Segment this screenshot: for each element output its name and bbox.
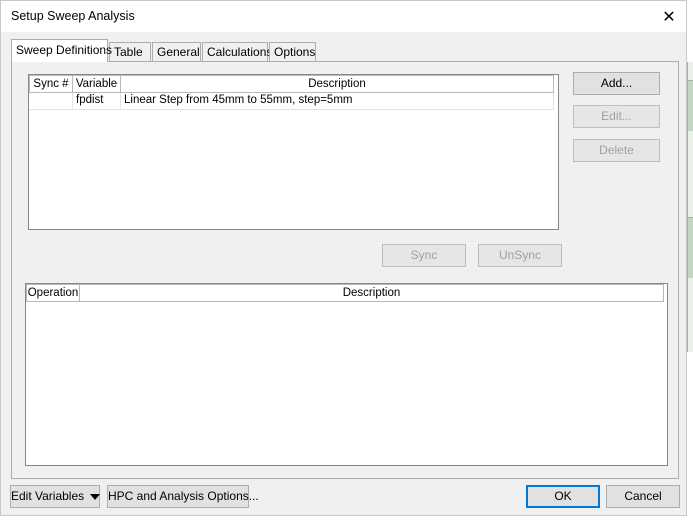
tab-options[interactable]: Options <box>269 42 316 61</box>
tab-calculations[interactable]: Calculations <box>202 42 272 61</box>
hpc-analysis-options-button[interactable]: HPC and Analysis Options... <box>107 485 259 508</box>
background-segment <box>688 217 693 278</box>
edit-variables-button[interactable]: Edit Variables <box>10 485 101 508</box>
background-window-edge <box>687 62 693 352</box>
edit-button[interactable]: Edit... <box>573 105 660 128</box>
title-bar: Setup Sweep Analysis ✕ <box>1 1 686 32</box>
cell-description: Linear Step from 45mm to 55mm, step=5mm <box>121 93 554 110</box>
close-icon[interactable]: ✕ <box>654 1 684 32</box>
column-header-sync[interactable]: Sync # <box>29 75 73 93</box>
sweep-list-header: Sync # Variable Description <box>29 75 558 93</box>
sweep-list[interactable]: Sync # Variable Description fpdist Linea… <box>28 74 559 230</box>
tab-table[interactable]: Table <box>109 42 151 61</box>
tab-sweep-definitions[interactable]: Sweep Definitions <box>11 39 112 62</box>
ok-button[interactable]: OK <box>526 485 600 508</box>
unsync-button[interactable]: UnSync <box>478 244 562 267</box>
column-header-description[interactable]: Description <box>121 75 554 93</box>
background-segment <box>688 80 693 131</box>
sweep-definitions-panel: Sync # Variable Description fpdist Linea… <box>11 61 679 479</box>
cancel-button[interactable]: Cancel <box>606 485 680 508</box>
sync-button[interactable]: Sync <box>382 244 466 267</box>
window-title: Setup Sweep Analysis <box>11 9 135 23</box>
column-header-variable[interactable]: Variable <box>73 75 121 93</box>
column-header-operation[interactable]: Operation <box>26 284 80 302</box>
cell-variable: fpdist <box>73 93 121 110</box>
delete-button[interactable]: Delete <box>573 139 660 162</box>
edit-variables-label: Edit Variables <box>11 489 85 503</box>
operation-list-header: Operation Description <box>26 284 667 302</box>
operation-list[interactable]: Operation Description <box>25 283 668 466</box>
add-button[interactable]: Add... <box>573 72 660 95</box>
cell-sync <box>29 93 73 110</box>
column-header-description[interactable]: Description <box>80 284 664 302</box>
tab-general[interactable]: General <box>152 42 201 61</box>
dropdown-arrow-icon <box>90 493 101 500</box>
setup-sweep-analysis-dialog: Setup Sweep Analysis ✕ Sweep Definitions… <box>0 0 687 516</box>
table-row[interactable]: fpdist Linear Step from 45mm to 55mm, st… <box>29 93 554 110</box>
